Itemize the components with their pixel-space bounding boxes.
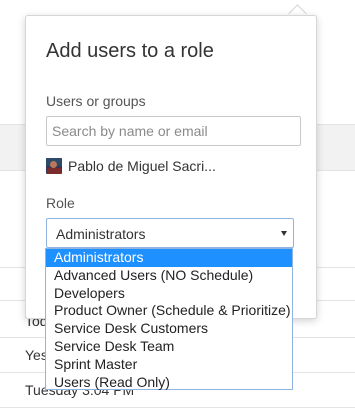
role-option[interactable]: Developers bbox=[46, 285, 292, 303]
role-option[interactable]: Service Desk Team bbox=[46, 338, 292, 356]
selected-user-name: Pablo de Miguel Sacri... bbox=[68, 158, 216, 174]
role-options-list: Administrators Advanced Users (NO Schedu… bbox=[45, 248, 293, 390]
users-label: Users or groups bbox=[46, 93, 146, 109]
avatar bbox=[46, 158, 62, 174]
row-divider bbox=[0, 407, 355, 408]
chevron-down-icon bbox=[281, 231, 287, 236]
role-option[interactable]: Product Owner (Schedule & Prioritize) bbox=[46, 302, 292, 320]
role-select[interactable]: Administrators bbox=[46, 218, 294, 248]
role-option[interactable]: Users (Read Only) bbox=[46, 374, 292, 392]
role-select-value: Administrators bbox=[56, 226, 146, 242]
selected-user-chip[interactable]: Pablo de Miguel Sacri... bbox=[46, 157, 216, 175]
role-option[interactable]: Administrators bbox=[46, 249, 292, 267]
role-option[interactable]: Sprint Master bbox=[46, 356, 292, 374]
role-label: Role bbox=[46, 195, 75, 211]
role-option[interactable]: Advanced Users (NO Schedule) bbox=[46, 267, 292, 285]
search-input[interactable] bbox=[46, 116, 301, 146]
role-option[interactable]: Service Desk Customers bbox=[46, 320, 292, 338]
dialog-title: Add users to a role bbox=[46, 40, 214, 62]
